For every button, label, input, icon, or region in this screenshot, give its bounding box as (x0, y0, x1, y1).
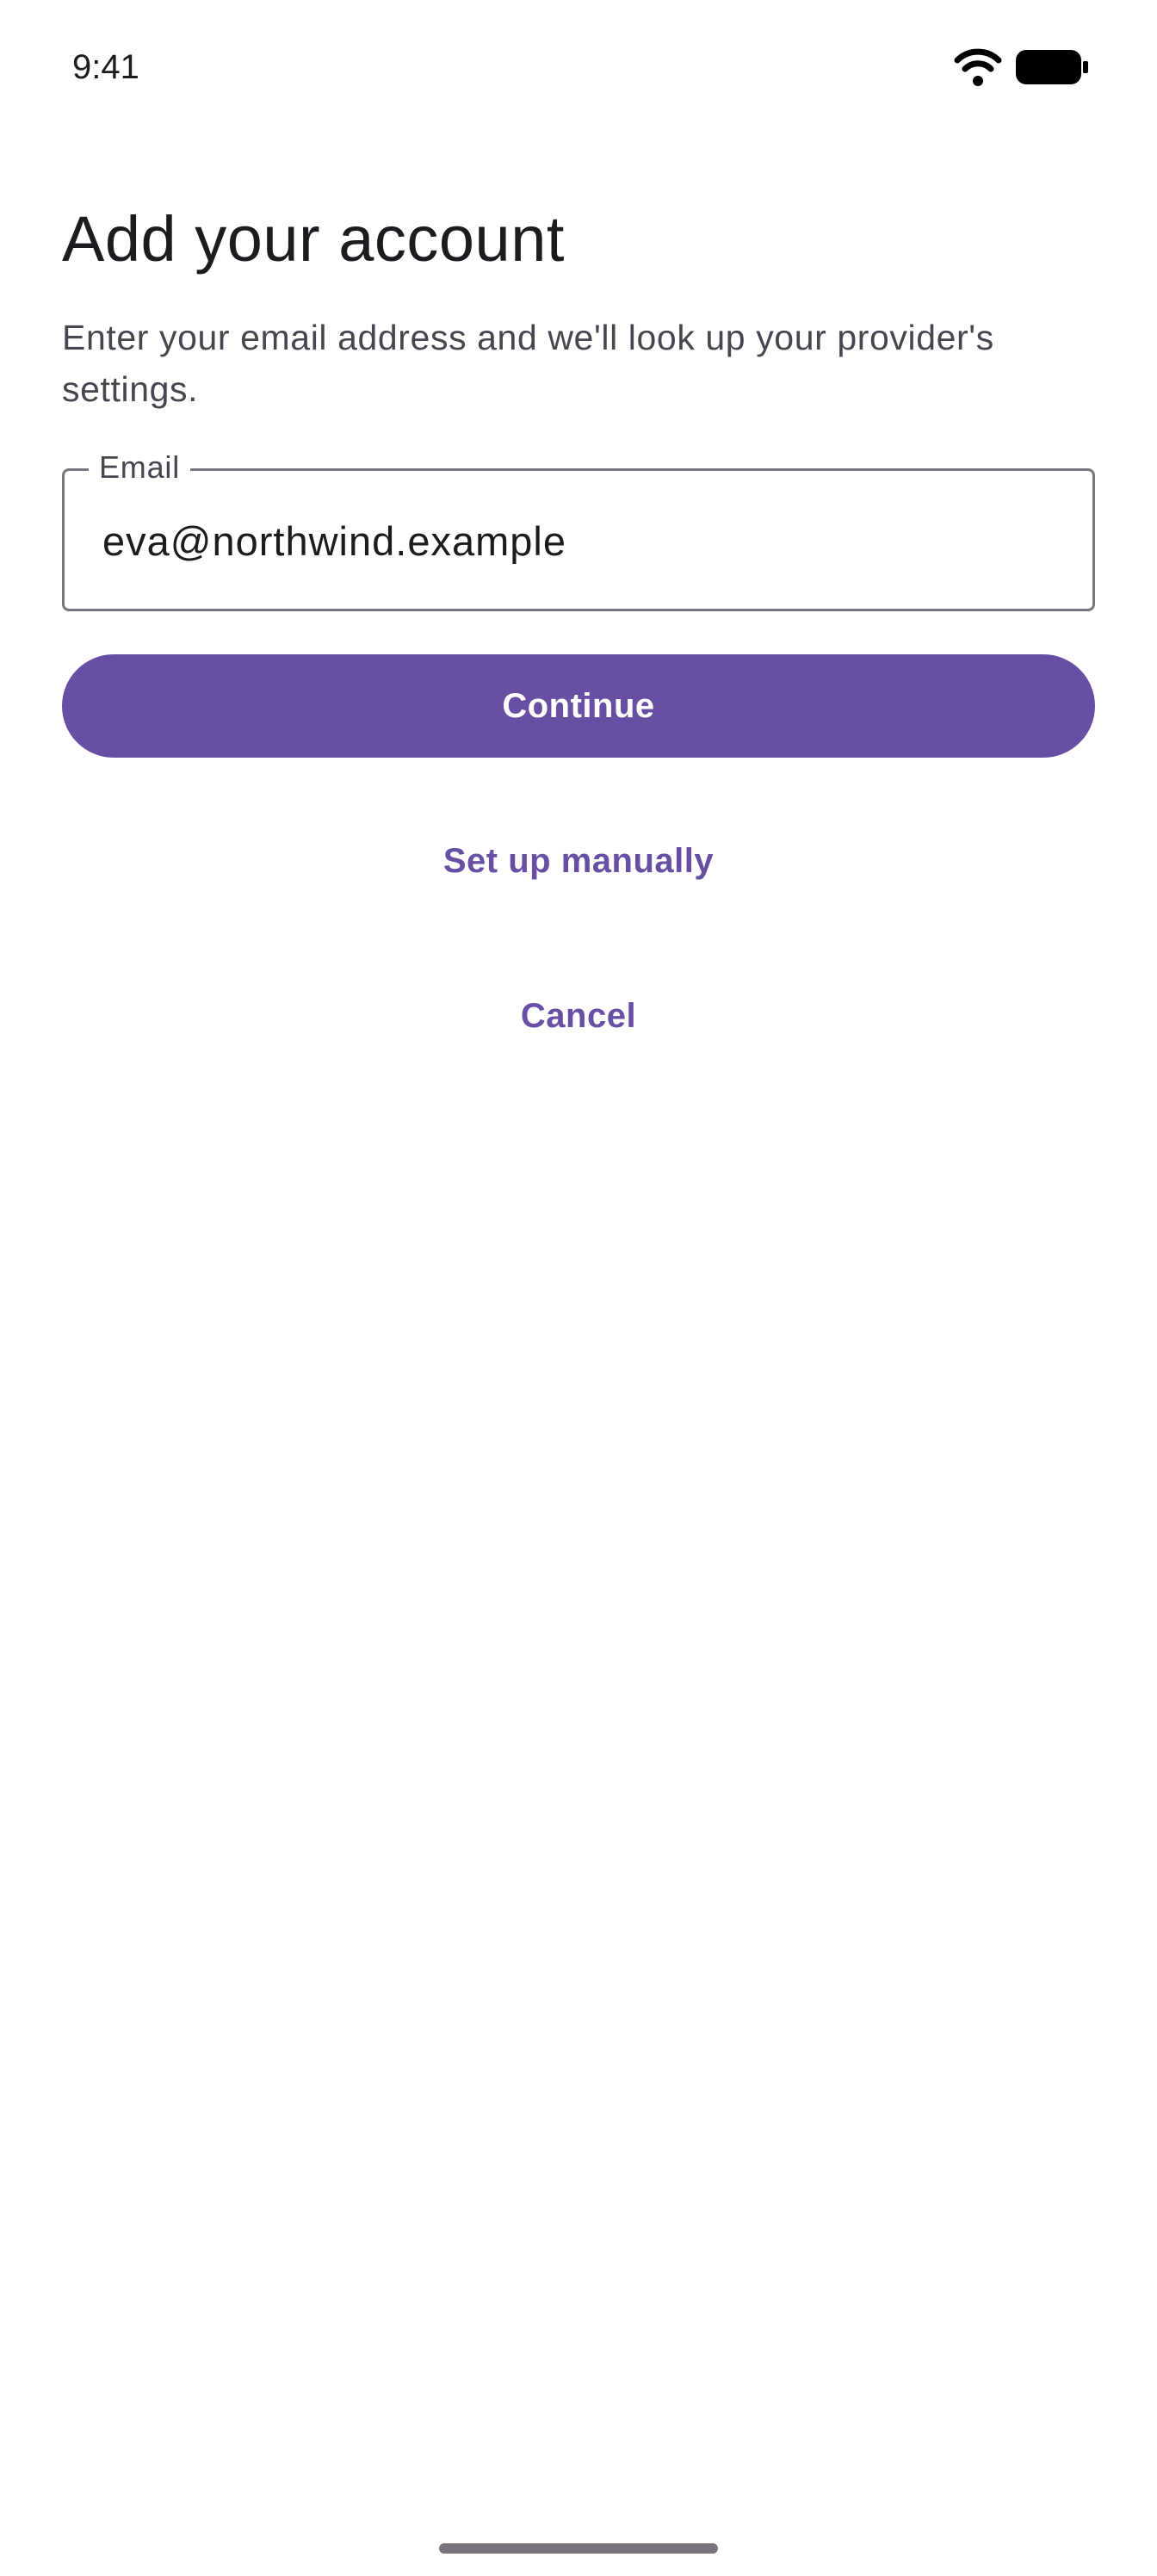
status-time: 9:41 (72, 48, 139, 86)
cancel-button[interactable]: Cancel (62, 975, 1095, 1057)
email-field[interactable]: Email (62, 445, 1095, 611)
page-subtitle: Enter your email address and we'll look … (62, 318, 994, 409)
battery-icon (1016, 50, 1088, 84)
email-field-label: Email (89, 445, 191, 490)
gesture-navigation-handle[interactable] (439, 2543, 718, 2554)
status-bar: 9:41 (0, 0, 1157, 129)
page-title: Add your account (62, 203, 565, 275)
continue-button[interactable]: Continue (62, 654, 1095, 758)
setup-manually-button[interactable]: Set up manually (62, 820, 1095, 902)
email-input[interactable] (102, 514, 1049, 569)
wifi-icon (954, 48, 1002, 86)
